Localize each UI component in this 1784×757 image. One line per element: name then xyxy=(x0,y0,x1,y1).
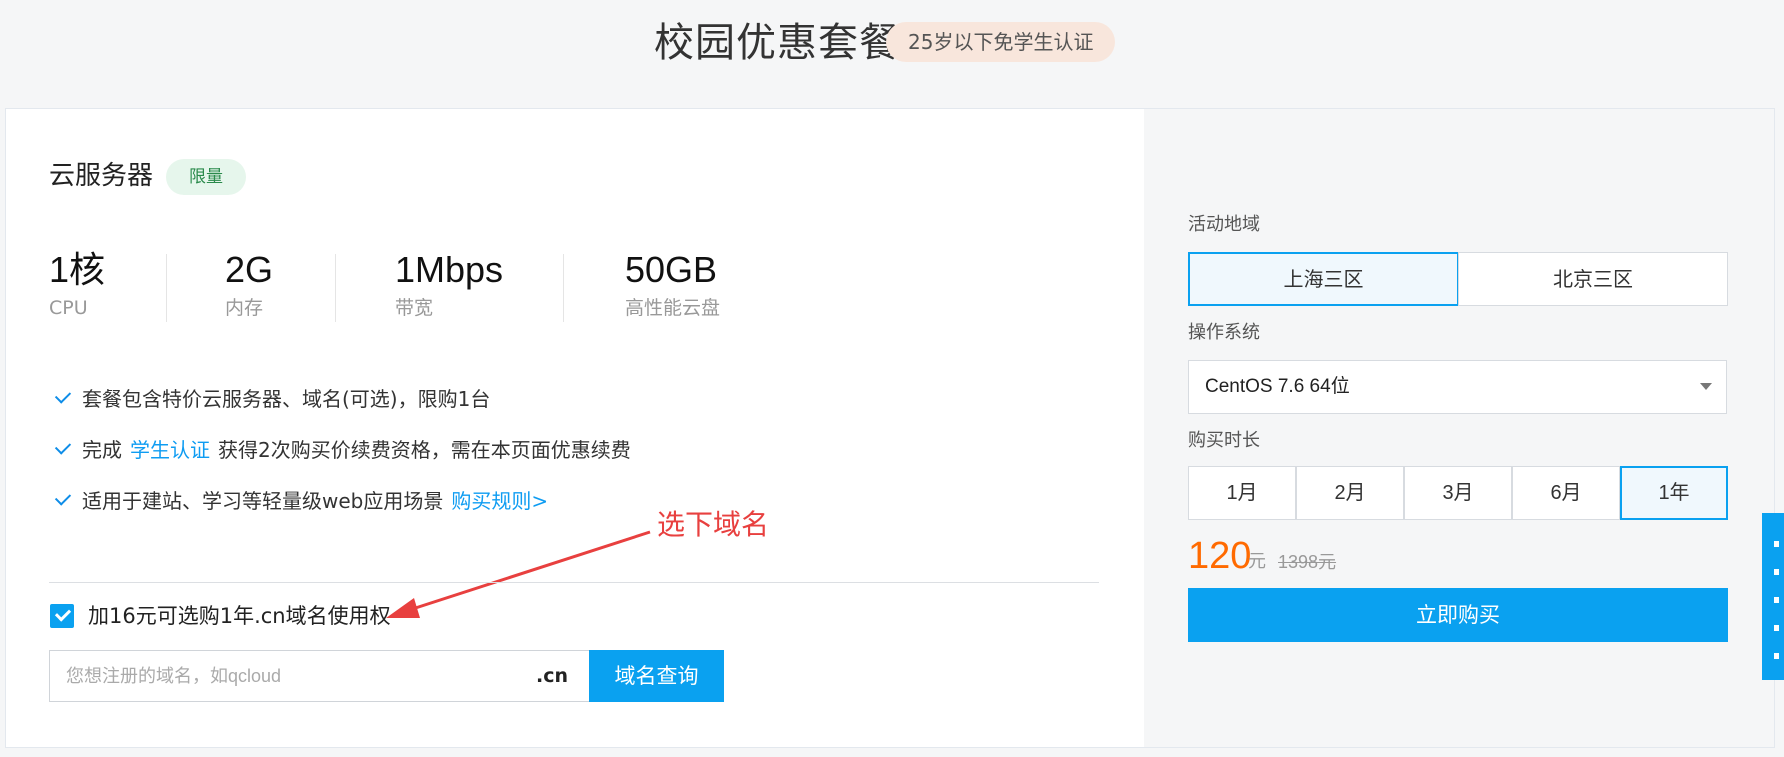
duration-label: 购买时长 xyxy=(1188,430,1260,451)
duration-option-1m[interactable]: 1月 xyxy=(1188,466,1296,520)
feature-item: 套餐包含特价云服务器、域名(可选)，限购1台 xyxy=(52,384,490,414)
tab-glyph xyxy=(1774,597,1779,603)
spec-value: 1Mbps xyxy=(395,249,504,290)
student-badge: 25岁以下免学生认证 xyxy=(886,22,1116,62)
feature-item: 适用于建站、学习等轻量级web应用场景 购买规则> xyxy=(52,486,548,516)
spec-value: 50GB xyxy=(625,249,718,290)
tab-glyph xyxy=(1774,625,1779,631)
feature-text: 获得2次购买价续费资格，需在本页面优惠续费 xyxy=(218,438,631,462)
check-icon xyxy=(52,388,74,410)
tab-glyph xyxy=(1774,653,1779,659)
chevron-down-icon xyxy=(1700,383,1712,390)
domain-option-checkbox[interactable] xyxy=(50,604,74,628)
domain-suffix: .cn xyxy=(514,650,591,702)
region-label: 活动地域 xyxy=(1188,214,1260,235)
floating-side-tab[interactable] xyxy=(1762,513,1784,680)
annotation-label: 选下域名 xyxy=(657,508,770,541)
spec-label: CPU xyxy=(49,297,88,319)
spec-divider xyxy=(563,254,564,322)
limited-tag: 限量 xyxy=(166,159,246,195)
domain-option-label[interactable]: 加16元可选购1年.cn域名使用权 xyxy=(88,600,391,632)
os-select[interactable]: CentOS 7.6 64位 xyxy=(1188,360,1727,414)
spec-memory: 2G 内存 xyxy=(225,248,273,322)
price-value: 120 xyxy=(1188,535,1252,577)
spec-cpu: 1核 CPU xyxy=(49,248,105,322)
duration-option-3m[interactable]: 3月 xyxy=(1404,466,1512,520)
check-icon xyxy=(52,490,74,512)
spec-disk: 50GB 高性能云盘 xyxy=(625,248,720,322)
annotation-arrow-icon xyxy=(386,530,651,618)
price-unit: 元 xyxy=(1248,551,1266,572)
os-selected-value: CentOS 7.6 64位 xyxy=(1205,376,1350,397)
spec-divider xyxy=(166,254,167,322)
region-option-beijing[interactable]: 北京三区 xyxy=(1458,252,1728,306)
spec-bandwidth: 1Mbps 带宽 xyxy=(395,248,503,322)
spec-divider xyxy=(335,254,336,322)
os-label: 操作系统 xyxy=(1188,322,1260,343)
spec-label: 高性能云盘 xyxy=(625,297,721,319)
domain-search-button[interactable]: 域名查询 xyxy=(589,650,724,702)
page-title: 校园优惠套餐 xyxy=(654,20,900,66)
check-icon xyxy=(52,439,74,461)
duration-option-1y[interactable]: 1年 xyxy=(1620,466,1728,520)
spec-value: 2G xyxy=(225,249,274,290)
purchase-rules-link[interactable]: 购买规则> xyxy=(451,486,548,516)
tab-glyph xyxy=(1774,569,1779,575)
product-name: 云服务器 xyxy=(49,161,154,191)
divider xyxy=(49,582,1099,583)
spec-label: 带宽 xyxy=(395,297,434,319)
spec-value: 1核 xyxy=(49,249,106,290)
region-option-shanghai[interactable]: 上海三区 xyxy=(1188,252,1459,306)
duration-option-6m[interactable]: 6月 xyxy=(1512,466,1620,520)
page-header: 校园优惠套餐 25岁以下免学生认证 xyxy=(0,0,1784,108)
tab-glyph xyxy=(1774,541,1779,547)
feature-text: 适用于建站、学习等轻量级web应用场景 xyxy=(82,489,444,513)
feature-text: 套餐包含特价云服务器、域名(可选)，限购1台 xyxy=(82,387,491,411)
duration-option-2m[interactable]: 2月 xyxy=(1296,466,1404,520)
original-price: 1398元 xyxy=(1278,552,1337,572)
domain-search-input[interactable] xyxy=(49,650,515,702)
feature-text: 完成 xyxy=(82,438,122,462)
student-verify-link[interactable]: 学生认证 xyxy=(130,435,210,465)
feature-item: 完成 学生认证 获得2次购买价续费资格，需在本页面优惠续费 xyxy=(52,435,631,465)
spec-label: 内存 xyxy=(225,297,264,319)
buy-now-button[interactable]: 立即购买 xyxy=(1188,588,1728,642)
